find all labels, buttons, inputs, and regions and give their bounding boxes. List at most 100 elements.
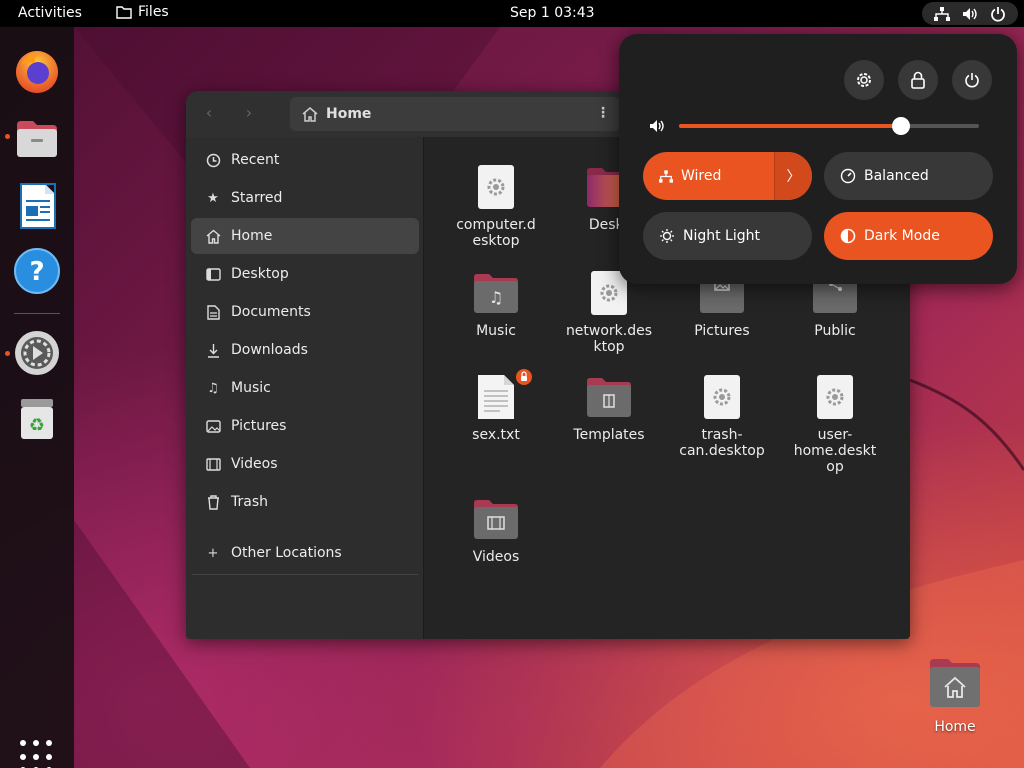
sidebar-item-label: Downloads — [231, 342, 308, 358]
balanced-label: Balanced — [864, 168, 929, 184]
gear-icon — [857, 73, 871, 87]
sidebar-item-label: Videos — [231, 456, 278, 472]
network-wired-icon — [934, 6, 950, 21]
clock-icon — [205, 152, 221, 168]
power-button[interactable] — [952, 60, 992, 100]
dock: ? ♻ — [0, 27, 74, 768]
path-bar[interactable]: Home ⋮ — [290, 97, 620, 131]
desktop-home-shortcut[interactable]: Home — [918, 655, 992, 735]
firefox-icon[interactable] — [13, 47, 61, 95]
night-light-toggle[interactable]: Night Light — [643, 212, 812, 260]
desktop-home-label: Home — [934, 719, 976, 735]
sidebar-separator — [192, 574, 418, 575]
folder-icon — [116, 6, 132, 19]
file-label: Public — [814, 323, 856, 339]
svg-text:♫: ♫ — [489, 288, 503, 307]
sidebar-item-documents[interactable]: Documents — [191, 294, 419, 330]
network-wired-icon — [659, 169, 673, 183]
help-icon[interactable]: ? — [13, 247, 61, 295]
volume-icon — [649, 118, 665, 137]
sidebar-item-music[interactable]: ♫ Music — [191, 370, 419, 406]
file-item[interactable]: trash- can.desktop — [667, 373, 777, 459]
file-label: network.des ktop — [565, 323, 653, 355]
clock[interactable]: Sep 1 03:43 — [510, 5, 595, 21]
desktop-file-icon — [698, 373, 746, 421]
wired-toggle[interactable]: Wired 〉 — [643, 152, 812, 200]
sidebar-item-other-locations[interactable]: + Other Locations — [191, 535, 419, 571]
libreoffice-writer-icon[interactable] — [13, 182, 61, 230]
file-label: Videos — [472, 549, 520, 565]
desktop-icon — [205, 266, 221, 282]
trash-icon — [205, 494, 221, 510]
document-icon — [205, 304, 221, 320]
activities-button[interactable]: Activities — [18, 5, 82, 21]
sidebar-item-label: Other Locations — [231, 545, 342, 561]
sidebar-item-label: Trash — [231, 494, 268, 510]
app-name: Files — [138, 4, 169, 20]
dark-mode-toggle[interactable]: Dark Mode — [824, 212, 993, 260]
kebab-menu-icon[interactable]: ⋮ — [596, 105, 610, 121]
app-menu[interactable]: Files — [116, 4, 169, 20]
sidebar-item-label: Desktop — [231, 266, 289, 282]
quick-settings-panel: Wired 〉 Balanced Night Light Dark Mode — [619, 34, 1017, 284]
top-bar: Activities Files Sep 1 03:43 — [0, 0, 1024, 27]
dark-mode-label: Dark Mode — [864, 228, 940, 244]
settings-button[interactable] — [844, 60, 884, 100]
speedometer-icon — [840, 168, 856, 184]
path-label: Home — [326, 106, 372, 122]
settings-icon[interactable] — [13, 329, 61, 377]
desktop-file-icon — [472, 163, 520, 211]
sidebar-item-recent[interactable]: Recent — [191, 142, 419, 178]
file-label: sex.txt — [472, 427, 520, 443]
volume-icon — [963, 7, 977, 20]
home-icon — [302, 106, 318, 122]
back-button[interactable]: ‹ — [198, 103, 220, 125]
sidebar-item-desktop[interactable]: Desktop — [191, 256, 419, 292]
sidebar-item-home[interactable]: Home — [191, 218, 419, 254]
home-icon — [205, 228, 221, 244]
file-item[interactable]: sex.txt — [441, 369, 551, 443]
dock-separator — [14, 313, 60, 314]
file-label: user- home.deskt op — [793, 427, 877, 475]
file-item[interactable]: computer.d esktop — [441, 163, 551, 249]
lock-icon — [911, 71, 925, 89]
forward-button[interactable]: › — [238, 103, 260, 125]
running-indicator — [5, 134, 10, 139]
files-sidebar: Recent ★ Starred Home Desktop Documents … — [186, 137, 424, 639]
volume-slider[interactable] — [679, 117, 979, 135]
sidebar-item-pictures[interactable]: Pictures — [191, 408, 419, 444]
power-icon — [965, 73, 979, 88]
lock-screen-button[interactable] — [898, 60, 938, 100]
music-folder-icon: ♫ — [472, 269, 520, 317]
sidebar-item-label: Music — [231, 380, 271, 396]
volume-slider-handle[interactable] — [892, 117, 910, 135]
night-light-label: Night Light — [683, 228, 760, 244]
system-status-menu[interactable] — [922, 2, 1018, 25]
home-folder-icon — [930, 659, 980, 707]
night-light-icon — [660, 229, 674, 243]
power-mode-toggle[interactable]: Balanced — [824, 152, 993, 200]
plus-icon: + — [207, 545, 219, 561]
music-icon: ♫ — [207, 380, 219, 396]
sidebar-item-videos[interactable]: Videos — [191, 446, 419, 482]
sidebar-item-label: Documents — [231, 304, 311, 320]
videos-folder-icon — [472, 495, 520, 543]
running-indicator — [5, 351, 10, 356]
file-label: Templates — [573, 427, 645, 443]
file-label: Music — [476, 323, 516, 339]
picture-icon — [205, 418, 221, 434]
wired-menu-arrow[interactable]: 〉 — [774, 152, 812, 200]
file-item[interactable]: Videos — [441, 495, 551, 565]
file-item[interactable]: user- home.deskt op — [780, 373, 890, 475]
sidebar-item-label: Pictures — [231, 418, 287, 434]
file-item[interactable]: ♫ Music — [441, 269, 551, 339]
svg-text:♻: ♻ — [29, 415, 45, 436]
sidebar-item-starred[interactable]: ★ Starred — [191, 180, 419, 216]
sidebar-item-trash[interactable]: Trash — [191, 484, 419, 520]
sidebar-item-downloads[interactable]: Downloads — [191, 332, 419, 368]
text-file-icon — [472, 369, 532, 421]
file-item[interactable]: Templates — [554, 373, 664, 443]
show-apps-button[interactable] — [20, 740, 54, 768]
trash-icon[interactable]: ♻ — [13, 395, 61, 443]
files-app-icon[interactable] — [13, 115, 61, 163]
